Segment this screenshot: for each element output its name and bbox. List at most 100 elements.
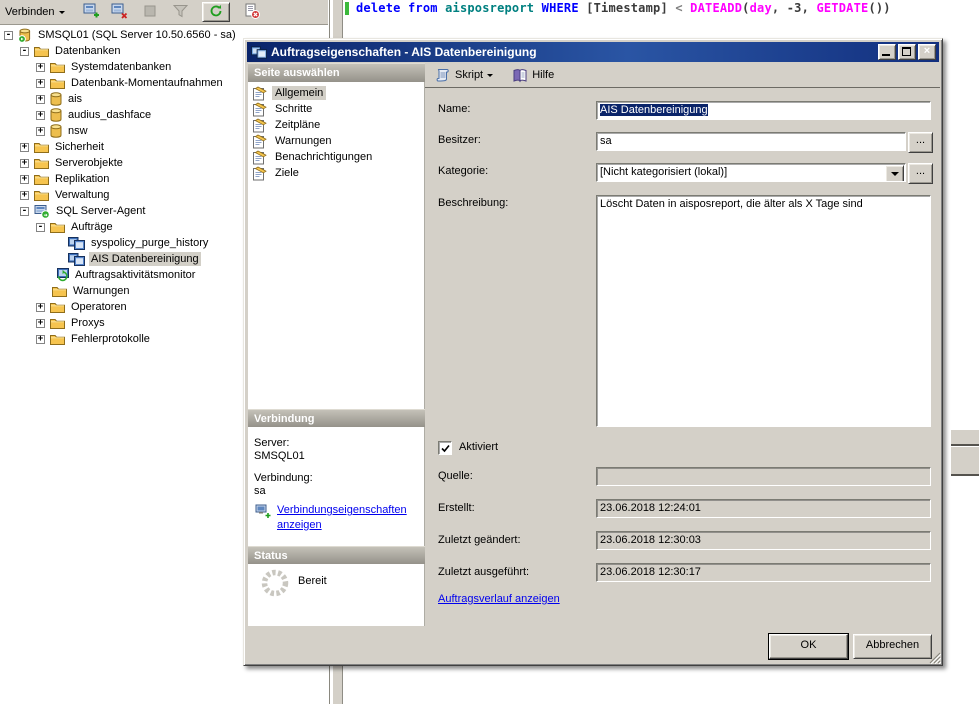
page-item-label[interactable]: Ziele [272, 166, 302, 180]
tree-item-label[interactable]: syspolicy_purge_history [89, 236, 210, 250]
help-icon [512, 68, 528, 83]
sql-statement: delete from aisposreport WHERE [Timestam… [356, 1, 891, 15]
tree-item-label[interactable]: SMSQL01 (SQL Server 10.50.6560 - sa) [36, 28, 238, 42]
description-textarea[interactable]: Löscht Daten in aisposreport, die älter … [596, 195, 931, 427]
script-error-button[interactable] [241, 2, 263, 22]
expander-icon[interactable]: + [20, 191, 29, 200]
page-item-benachrichtigungen[interactable]: Benachrichtigungen [248, 149, 424, 165]
page-item-label[interactable]: Zeitpläne [272, 118, 323, 132]
expander-icon[interactable]: - [20, 207, 29, 216]
tree-item-label[interactable]: Proxys [69, 316, 107, 330]
maximize-button[interactable] [898, 44, 916, 60]
connect-button[interactable]: Verbinden [2, 2, 68, 22]
executed-input: 23.06.2018 12:30:17 [596, 563, 931, 582]
expander-icon[interactable]: - [4, 31, 13, 40]
tree-item-label[interactable]: SQL Server-Agent [54, 204, 147, 218]
object-explorer-toolbar: Verbinden [0, 0, 328, 25]
expander-icon[interactable]: - [36, 223, 45, 232]
page-item-zeitplaene[interactable]: Zeitpläne [248, 117, 424, 133]
page-item-ziele[interactable]: Ziele [248, 165, 424, 181]
expander-icon[interactable]: + [20, 143, 29, 152]
query-editor[interactable]: delete from aisposreport WHERE [Timestam… [343, 0, 979, 38]
connect-server-button[interactable] [79, 2, 104, 22]
tree-item-label[interactable]: Serverobjekte [53, 156, 125, 170]
script-button-label: Skript [455, 69, 483, 81]
owner-browse-button[interactable]: ... [908, 132, 933, 153]
tree-item-label[interactable]: Fehlerprotokolle [69, 332, 152, 346]
stop-icon [144, 5, 156, 20]
category-browse-button[interactable]: ... [908, 163, 933, 184]
tree-item-label[interactable]: Auftragsaktivitätsmonitor [73, 268, 197, 282]
dropdown-arrow-button[interactable] [885, 165, 904, 182]
resize-grip[interactable] [928, 651, 941, 667]
page-item-label[interactable]: Warnungen [272, 134, 334, 148]
expander-icon[interactable]: + [36, 303, 45, 312]
tree-item-label[interactable]: Warnungen [71, 284, 131, 298]
description-label: Beschreibung: [438, 197, 508, 209]
database-icon [50, 108, 62, 122]
cancel-button[interactable]: Abbrechen [853, 634, 932, 659]
connection-label: Verbindung: [254, 472, 313, 484]
tree-item-label[interactable]: Systemdatenbanken [69, 60, 173, 74]
expander-icon[interactable]: - [20, 47, 29, 56]
filter-button[interactable] [170, 2, 191, 22]
tree-item-label-selected[interactable]: AIS Datenbereinigung [89, 252, 201, 266]
expander-icon[interactable]: + [20, 175, 29, 184]
expander-icon[interactable]: + [36, 319, 45, 328]
folder-icon [34, 45, 49, 58]
close-button[interactable]: × [918, 44, 936, 60]
expander-icon[interactable]: + [36, 63, 45, 72]
tree-item-label[interactable]: Verwaltung [53, 188, 111, 202]
tree-item-label[interactable]: audius_dashface [66, 108, 153, 122]
expander-icon[interactable]: + [36, 95, 45, 104]
connection-properties-link-line2[interactable]: anzeigen [277, 519, 322, 531]
pages-list: Allgemein Schritte Zeitpläne Warnungen B… [248, 82, 425, 409]
refresh-icon [209, 4, 223, 21]
help-button[interactable]: Hilfe [509, 65, 557, 85]
server-label: Server: [254, 437, 289, 449]
connection-properties-link[interactable]: Verbindungseigenschaften [277, 504, 407, 516]
expander-icon[interactable]: + [36, 79, 45, 88]
expander-icon[interactable]: + [36, 335, 45, 344]
sql-token: , [802, 1, 817, 15]
owner-input[interactable]: sa [596, 132, 906, 151]
background-panel-band [951, 446, 979, 476]
tree-item-label[interactable]: Operatoren [69, 300, 129, 314]
stop-button[interactable] [141, 2, 159, 22]
tree-item-label[interactable]: ais [66, 92, 84, 106]
dialog-titlebar[interactable]: Auftragseigenschaften - AIS Datenbereini… [247, 42, 939, 62]
general-page-form: Name: AIS Datenbereinigung Besitzer: sa … [425, 88, 940, 626]
page-icon [252, 134, 267, 149]
page-item-schritte[interactable]: Schritte [248, 101, 424, 117]
tree-item-label[interactable]: Sicherheit [53, 140, 106, 154]
folder-icon [50, 317, 65, 330]
expander-icon[interactable]: + [20, 159, 29, 168]
page-item-warnungen[interactable]: Warnungen [248, 133, 424, 149]
page-item-label[interactable]: Allgemein [272, 86, 326, 100]
name-input[interactable]: AIS Datenbereinigung [596, 101, 931, 120]
page-item-allgemein[interactable]: Allgemein [248, 85, 424, 101]
tree-item-label[interactable]: Replikation [53, 172, 111, 186]
script-button[interactable]: Skript [431, 65, 496, 85]
page-item-label[interactable]: Benachrichtigungen [272, 150, 375, 164]
folder-icon [34, 173, 49, 186]
connection-properties-icon [255, 504, 272, 522]
tree-item-label[interactable]: Datenbank-Momentaufnahmen [69, 76, 225, 90]
expander-icon[interactable]: + [36, 111, 45, 120]
tree-item-label[interactable]: Aufträge [69, 220, 115, 234]
job-history-link[interactable]: Auftragsverlauf anzeigen [438, 593, 560, 605]
enabled-checkbox[interactable] [438, 441, 452, 455]
tree-item-label[interactable]: Datenbanken [53, 44, 122, 58]
refresh-button[interactable] [202, 2, 230, 22]
script-icon [434, 68, 451, 83]
tree-item-label[interactable]: nsw [66, 124, 90, 138]
minimize-button[interactable] [878, 44, 896, 60]
server-value: SMSQL01 [254, 450, 305, 462]
disconnect-server-button[interactable] [107, 2, 132, 22]
expander-icon[interactable]: + [36, 127, 45, 136]
page-item-label[interactable]: Schritte [272, 102, 315, 116]
ok-button[interactable]: OK [769, 634, 848, 659]
category-select[interactable]: [Nicht kategorisiert (lokal)] [596, 163, 906, 182]
executed-label: Zuletzt ausgeführt: [438, 566, 529, 578]
help-button-label: Hilfe [532, 69, 554, 81]
